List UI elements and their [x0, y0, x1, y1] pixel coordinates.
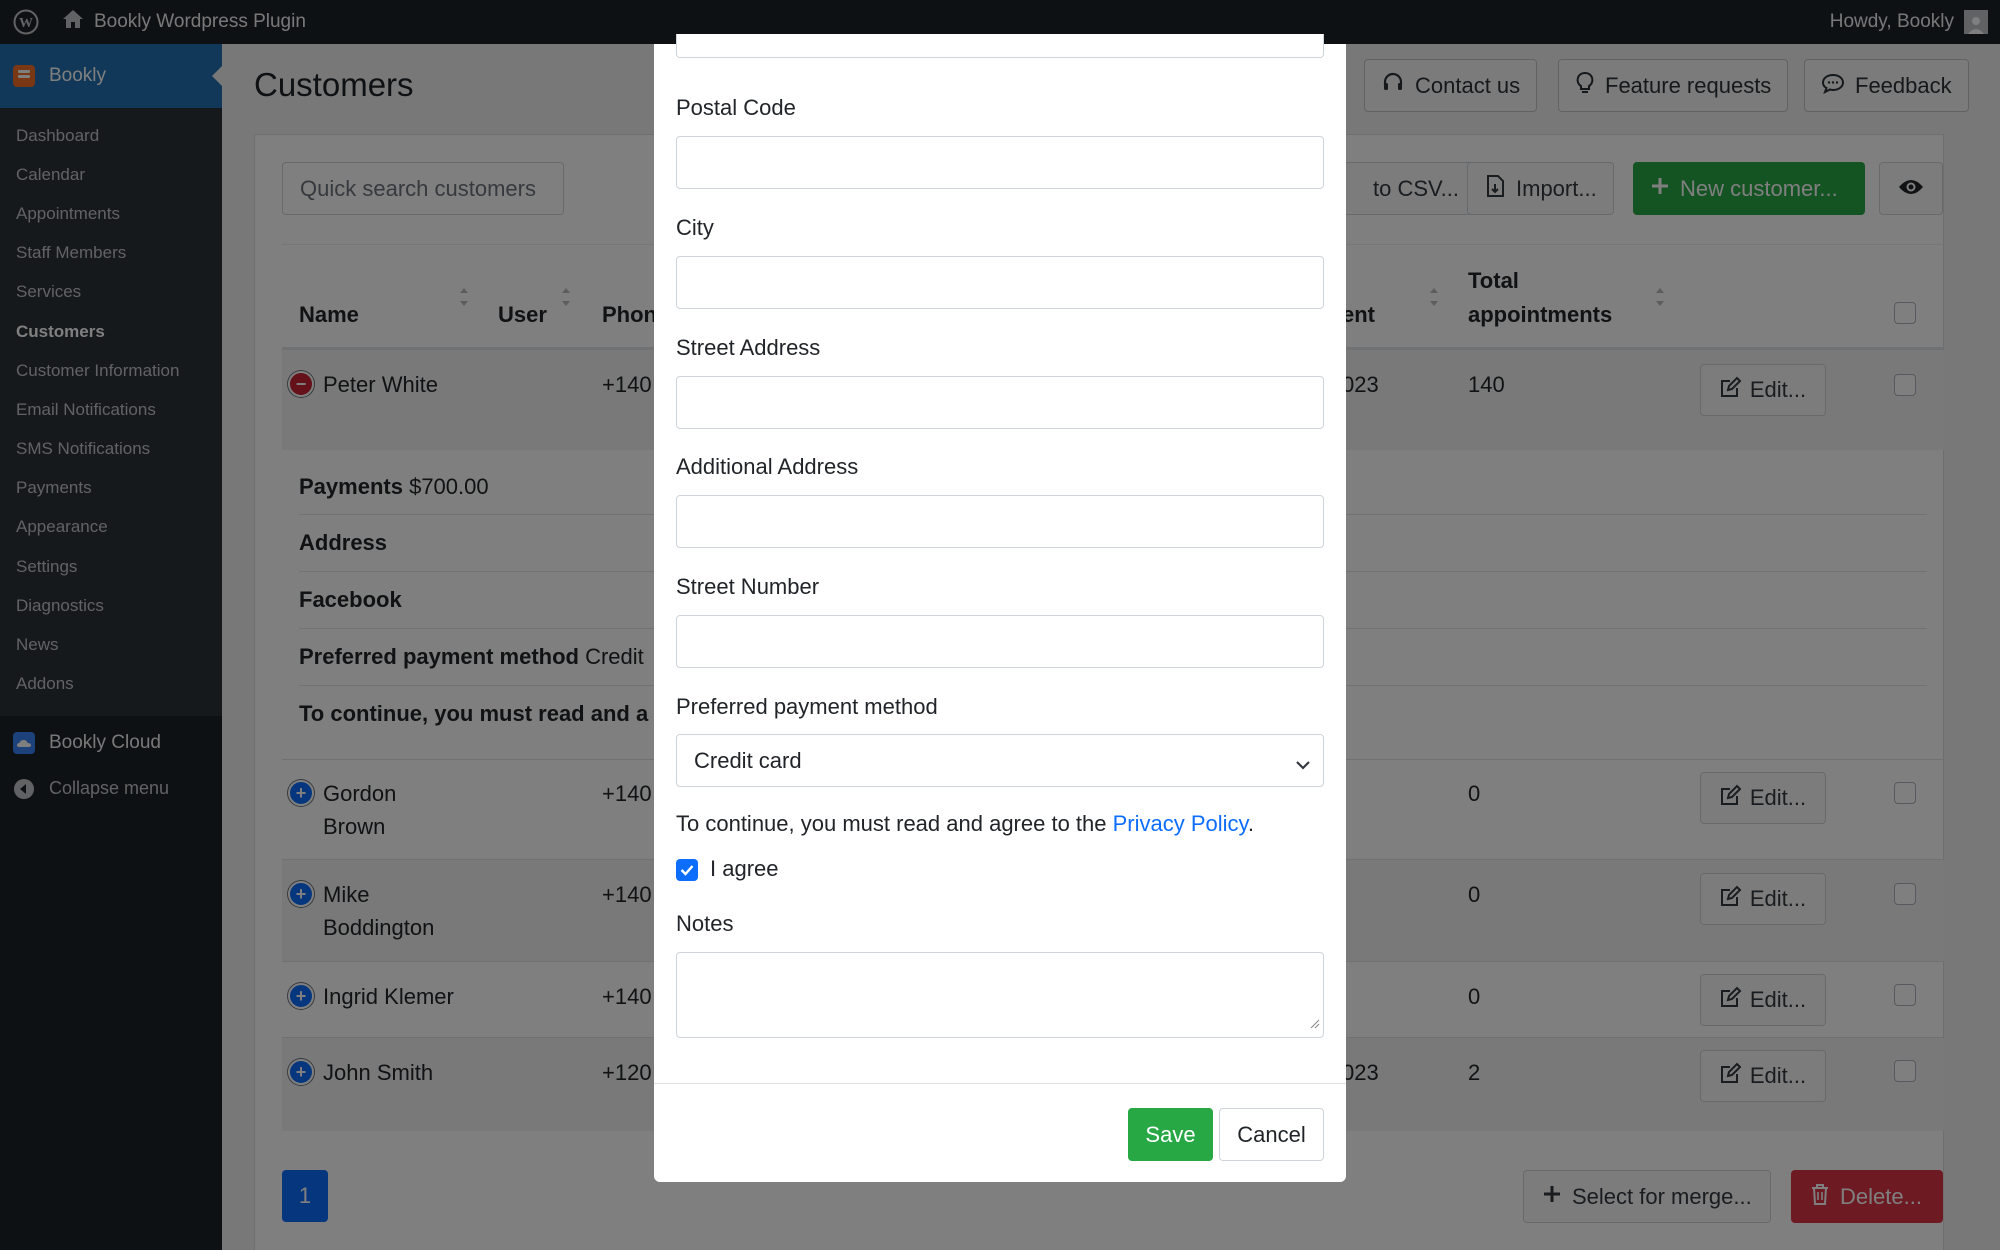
street-address-label: Street Address: [676, 335, 821, 360]
postal-code-label: Postal Code: [676, 95, 796, 120]
street-number-label: Street Number: [676, 574, 820, 599]
agree-label[interactable]: I agree: [710, 856, 779, 882]
agree-checkbox[interactable]: [676, 859, 698, 881]
payment-method-value: Credit card: [694, 747, 802, 773]
additional-address-input[interactable]: [676, 495, 1324, 548]
chevron-down-icon: [1295, 753, 1311, 779]
additional-address-label: Additional Address: [676, 454, 859, 479]
previous-field-input[interactable]: [676, 34, 1324, 58]
street-number-input[interactable]: [676, 615, 1324, 668]
notes-textarea[interactable]: [676, 952, 1324, 1038]
payment-method-label: Preferred payment method: [676, 694, 938, 719]
resize-handle-icon[interactable]: [1310, 1016, 1320, 1034]
modal-footer-divider: [654, 1083, 1346, 1084]
privacy-notice: To continue, you must read and agree to …: [676, 811, 1255, 836]
save-button[interactable]: Save: [1128, 1108, 1213, 1161]
payment-method-select[interactable]: Credit card: [676, 734, 1324, 787]
city-label: City: [676, 215, 714, 240]
cancel-button[interactable]: Cancel: [1219, 1108, 1324, 1161]
postal-code-input[interactable]: [676, 136, 1324, 189]
city-input[interactable]: [676, 256, 1324, 309]
privacy-policy-link[interactable]: Privacy Policy: [1113, 811, 1248, 836]
edit-customer-modal: Postal Code City Street Address Addition…: [654, 34, 1346, 1182]
notes-label: Notes: [676, 911, 734, 936]
street-address-input[interactable]: [676, 376, 1324, 429]
